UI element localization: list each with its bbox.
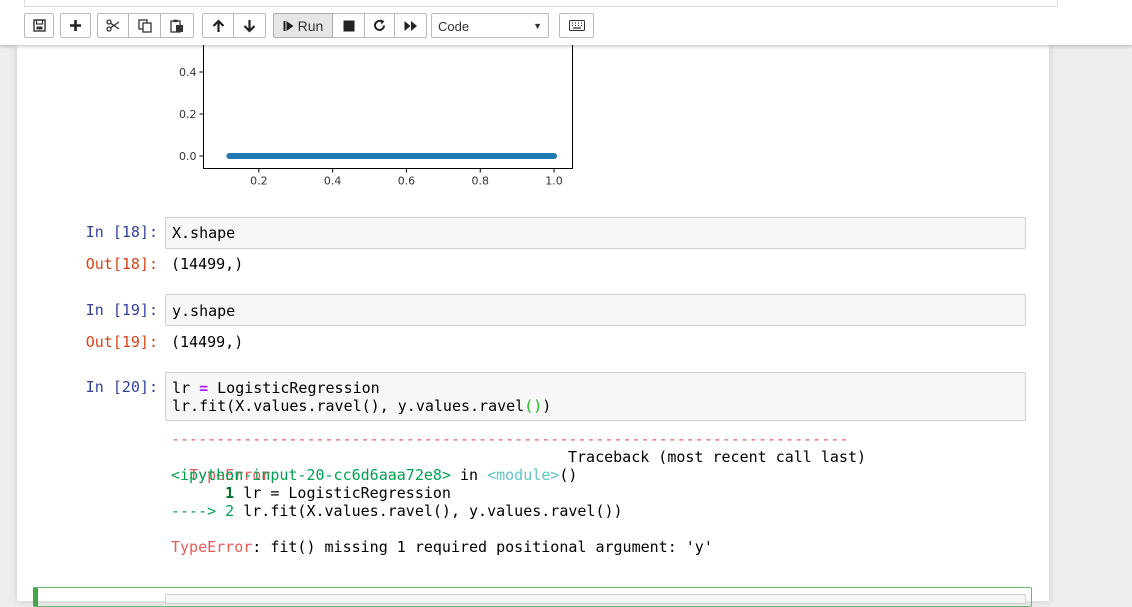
scissors-icon <box>106 19 120 32</box>
save-button[interactable] <box>24 13 54 38</box>
stop-icon <box>343 20 355 32</box>
traceback-line-2: ----> 2 lr.fit(X.values.ravel(), y.value… <box>171 502 623 520</box>
restart-run-all-button[interactable] <box>395 13 427 38</box>
code-input[interactable]: y.shape <box>165 294 1026 326</box>
run-label: Run <box>297 17 324 34</box>
code-token: LogisticRegression <box>208 379 380 397</box>
code-token: lr <box>172 379 200 397</box>
code-line: lr.fit(X.values.ravel(), y.values.ravel(… <box>172 397 551 415</box>
copy-icon <box>137 18 152 33</box>
traceback-separator: ----------------------------------------… <box>171 430 849 448</box>
move-down-button[interactable] <box>234 13 266 38</box>
error-label: TypeError <box>171 538 253 556</box>
x-tick-label: 0.6 <box>398 175 416 188</box>
out-prompt: Out[18]: <box>85 255 158 273</box>
x-tick-label: 0.2 <box>250 175 268 188</box>
paste-icon <box>170 19 184 33</box>
header-strip <box>24 0 1058 7</box>
cell-type-select[interactable]: Code ▼ <box>431 13 549 38</box>
copy-button[interactable] <box>129 13 161 38</box>
line-number: 1 <box>171 484 235 502</box>
code-line: lr = LogisticRegression <box>172 379 380 397</box>
code-token: lr.fit(X.values.ravel(), y.values.ravel <box>172 397 525 415</box>
assign-operator: = <box>199 379 209 397</box>
plus-icon <box>69 19 82 32</box>
ipython-input-ref: <ipython-input-20-cc6d6aaa72e8> <box>171 466 451 484</box>
refresh-icon <box>373 19 386 32</box>
error-message-line: TypeError: fit() missing 1 required posi… <box>171 538 713 556</box>
out-prompt: Out[19]: <box>85 333 158 351</box>
traceback-location: <ipython-input-20-cc6d6aaa72e8> in <modu… <box>171 466 577 484</box>
y-tick-label: 0.2 <box>179 108 197 121</box>
arrow-down-icon <box>243 19 256 33</box>
caret-down-icon: ▼ <box>533 21 542 31</box>
interrupt-button[interactable] <box>333 13 365 38</box>
in-prompt: In [18]: <box>85 223 158 241</box>
restart-button[interactable] <box>365 13 395 38</box>
in-prompt: In [20]: <box>85 378 158 396</box>
code-input[interactable]: X.shape <box>165 217 1026 249</box>
cell-type-value: Code <box>438 19 470 34</box>
code-line: y.shape <box>172 302 236 320</box>
fast-forward-icon <box>404 20 418 32</box>
y-tick-label: 0.0 <box>179 150 197 163</box>
notebook-toolbar: Run Code ▼ <box>0 0 1132 45</box>
output-text: (14499,) <box>171 255 244 273</box>
command-palette-button[interactable] <box>559 13 594 38</box>
code-line: X.shape <box>172 224 236 242</box>
code-input[interactable]: lr = LogisticRegression lr.fit(X.values.… <box>165 372 1026 421</box>
x-tick-label: 0.8 <box>472 175 490 188</box>
code-token: ) <box>542 397 552 415</box>
cut-button[interactable] <box>97 13 129 38</box>
keyboard-icon <box>568 20 585 31</box>
step-forward-icon <box>283 20 294 32</box>
save-icon <box>32 19 46 32</box>
output-text: (14499,) <box>171 333 244 351</box>
error-message: : fit() missing 1 required positional ar… <box>252 538 713 556</box>
traceback-line-1: 1 lr = LogisticRegression <box>171 484 451 502</box>
x-tick-label: 1.0 <box>545 175 563 188</box>
module-paren: () <box>559 466 578 484</box>
traceback-title: Traceback (most recent call last) <box>567 448 866 466</box>
arrow-up-icon <box>212 18 225 33</box>
plot-axes-frame <box>203 45 573 169</box>
matched-paren: () <box>524 397 543 415</box>
in-word: in <box>450 466 488 484</box>
line-code: lr = LogisticRegression <box>234 484 451 502</box>
insert-cell-button[interactable] <box>60 13 91 38</box>
code-input[interactable] <box>165 594 1026 604</box>
in-prompt: In [19]: <box>85 301 158 319</box>
line-code: lr.fit(X.values.ravel(), y.values.ravel(… <box>234 502 623 520</box>
error-arrow: ----> 2 <box>171 502 235 520</box>
plot-output: 0.0 0.2 0.4 0.2 0.4 0.6 0.8 1.0 <box>179 45 573 188</box>
module-ref: <module> <box>487 466 560 484</box>
move-up-button[interactable] <box>202 13 234 38</box>
paste-button[interactable] <box>161 13 194 38</box>
run-button[interactable]: Run <box>273 13 333 38</box>
x-tick-label: 0.4 <box>324 175 342 188</box>
y-tick-label: 0.4 <box>179 66 197 79</box>
